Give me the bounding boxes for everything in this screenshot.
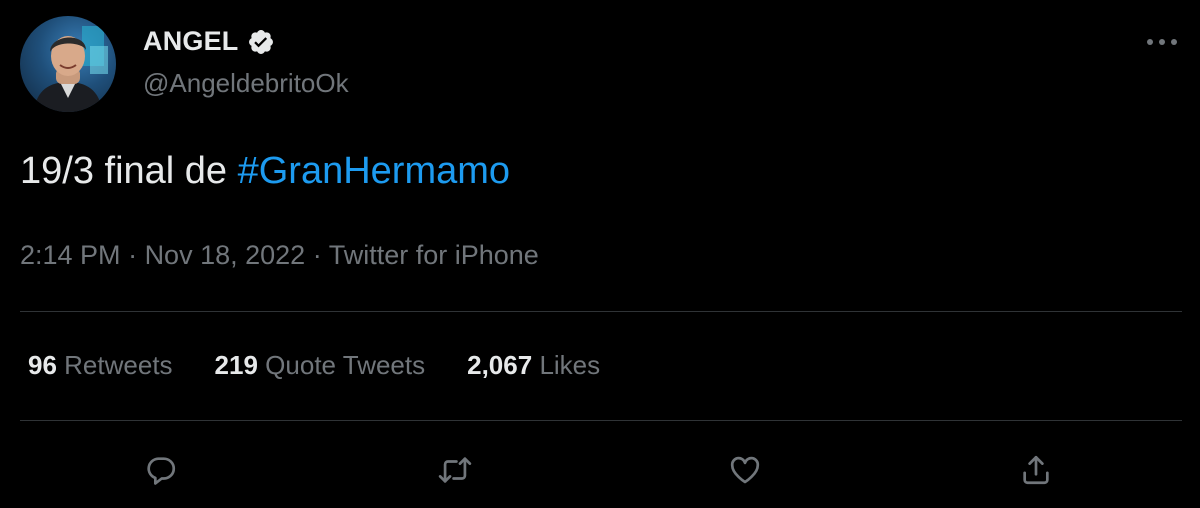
divider — [20, 420, 1182, 421]
tweet-time[interactable]: 2:14 PM — [20, 240, 121, 270]
tweet-actions-bar — [0, 448, 1200, 492]
share-button[interactable] — [1014, 448, 1058, 492]
divider — [20, 311, 1182, 312]
retweet-icon — [438, 457, 472, 483]
tweet-metadata: 2:14 PM · Nov 18, 2022 · Twitter for iPh… — [20, 240, 539, 271]
share-icon — [1023, 455, 1049, 485]
tweet-text-body: 19/3 final de — [20, 150, 238, 192]
quote-tweets-count: 219 — [214, 350, 258, 380]
tweet-source[interactable]: Twitter for iPhone — [329, 240, 539, 270]
meta-separator: · — [120, 240, 145, 270]
meta-separator: · — [305, 240, 329, 270]
retweets-count: 96 — [28, 350, 57, 380]
verified-badge-icon — [247, 28, 275, 56]
like-button[interactable] — [723, 448, 767, 492]
hashtag-link[interactable]: #GranHermamo — [238, 150, 510, 192]
quote-tweets-stat[interactable]: 219 Quote Tweets — [215, 350, 426, 381]
likes-label: Likes — [539, 350, 601, 380]
like-icon — [730, 456, 760, 484]
likes-stat[interactable]: 2,067 Likes — [467, 350, 600, 381]
retweet-button[interactable] — [433, 448, 477, 492]
likes-count: 2,067 — [467, 350, 533, 380]
author-name-row: ANGEL — [143, 26, 275, 57]
reply-icon — [147, 457, 176, 485]
more-dots-icon — [1147, 39, 1177, 45]
engagement-stats: 96 Retweets 219 Quote Tweets 2,067 Likes — [28, 350, 642, 381]
reply-button[interactable] — [139, 448, 183, 492]
avatar[interactable] — [20, 16, 116, 112]
retweets-stat[interactable]: 96 Retweets — [28, 350, 173, 381]
retweets-label: Retweets — [64, 350, 173, 380]
more-options-button[interactable] — [1140, 28, 1184, 56]
avatar-photo-icon — [34, 26, 108, 112]
author-handle[interactable]: @AngeldebritoOk — [143, 68, 349, 99]
tweet-detail: ANGEL @AngeldebritoOk 19/3 final de #Gra… — [0, 0, 1200, 508]
tweet-date[interactable]: Nov 18, 2022 — [145, 240, 306, 270]
quote-tweets-label: Quote Tweets — [265, 350, 426, 380]
tweet-text: 19/3 final de #GranHermamo — [20, 150, 510, 193]
author-display-name[interactable]: ANGEL — [143, 26, 239, 57]
